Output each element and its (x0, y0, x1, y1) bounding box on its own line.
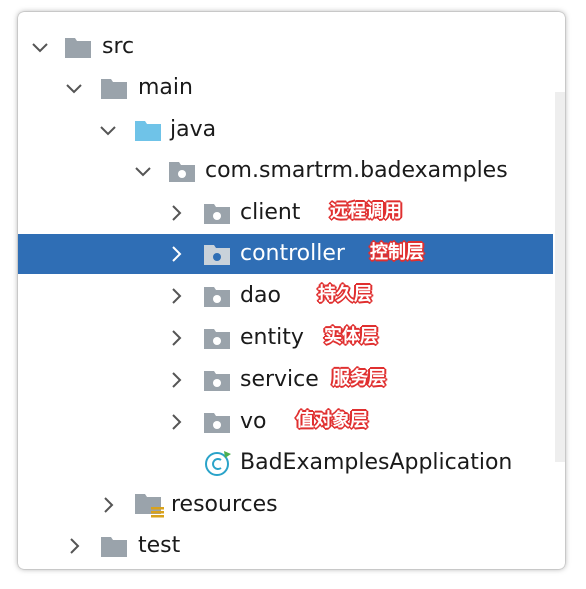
tree-item-service[interactable]: service 服务层 (18, 360, 553, 400)
tree-item-entity[interactable]: entity 实体层 (18, 318, 553, 358)
tree-item-main[interactable]: main (18, 68, 553, 108)
chevron-right-icon[interactable] (166, 203, 186, 223)
annotation-label: 服务层 (332, 368, 386, 389)
spring-boot-class-icon (203, 449, 233, 477)
tree-item-label: client (240, 200, 301, 225)
vertical-scrollbar[interactable] (555, 92, 565, 462)
tree-item-controller[interactable]: controller 控制层 (18, 234, 553, 274)
tree-item-src[interactable]: src (18, 27, 553, 67)
annotation-label: 实体层 (324, 326, 378, 347)
chevron-right-icon[interactable] (166, 244, 186, 264)
tree-item-label: main (138, 75, 193, 100)
tree-item-label: com.smartrm.badexamples (205, 158, 508, 183)
tree-item-package-root[interactable]: com.smartrm.badexamples (18, 151, 553, 191)
chevron-down-icon[interactable] (30, 37, 50, 57)
tree-item-label: resources (171, 492, 278, 517)
tree-item-label: vo (240, 409, 267, 434)
annotation-label: 值对象层 (296, 410, 368, 431)
package-icon (203, 410, 231, 434)
chevron-down-icon[interactable] (98, 120, 118, 140)
package-icon (203, 242, 231, 266)
package-icon (168, 159, 196, 183)
tree-item-label: BadExamplesApplication (240, 450, 513, 475)
tree-item-label: service (240, 367, 319, 392)
project-tree-panel: src main java com.smartrm.badexamples cl… (18, 12, 565, 569)
annotation-label: 远程调用 (330, 201, 402, 222)
tree-item-label: java (170, 117, 217, 142)
package-icon (203, 326, 231, 350)
chevron-right-icon[interactable] (166, 370, 186, 390)
tree-item-label: entity (240, 325, 304, 350)
package-icon (203, 284, 231, 308)
chevron-down-icon[interactable] (133, 161, 153, 181)
chevron-right-icon[interactable] (64, 536, 84, 556)
chevron-right-icon[interactable] (98, 495, 118, 515)
tree-item-test[interactable]: test (18, 526, 553, 566)
annotation-label: 持久层 (318, 284, 372, 305)
tree-item-label: dao (240, 283, 281, 308)
chevron-right-icon[interactable] (166, 412, 186, 432)
tree-item-java[interactable]: java (18, 110, 553, 150)
tree-item-label: test (138, 533, 181, 558)
tree-item-client[interactable]: client 远程调用 (18, 193, 553, 233)
folder-icon (64, 35, 92, 59)
tree-item-resources[interactable]: resources (18, 485, 553, 525)
tree-item-label: controller (240, 241, 345, 266)
annotation-label: 控制层 (370, 242, 424, 263)
resources-folder-icon (134, 491, 166, 521)
tree-item-dao[interactable]: dao 持久层 (18, 276, 553, 316)
tree-item-label: src (102, 34, 135, 59)
tree-item-bad-examples-application[interactable]: BadExamplesApplication (18, 443, 553, 483)
chevron-down-icon[interactable] (64, 78, 84, 98)
folder-icon (100, 534, 128, 558)
package-icon (203, 201, 231, 225)
tree-item-vo[interactable]: vo 值对象层 (18, 402, 553, 442)
source-root-folder-icon (134, 118, 162, 142)
chevron-right-icon[interactable] (166, 328, 186, 348)
chevron-right-icon[interactable] (166, 286, 186, 306)
package-icon (203, 368, 231, 392)
folder-icon (100, 76, 128, 100)
